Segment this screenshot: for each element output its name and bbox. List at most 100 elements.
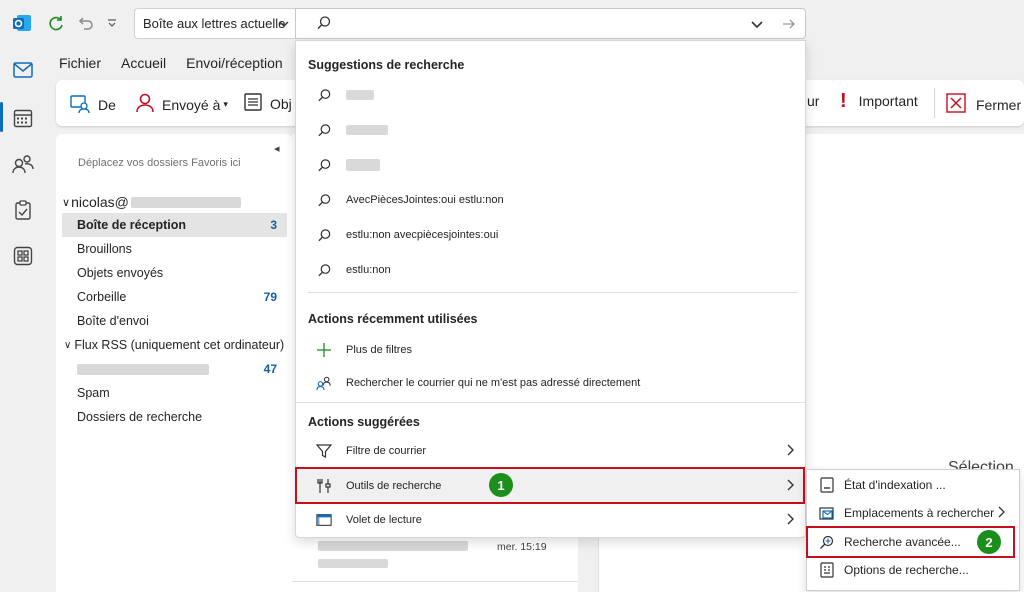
suggestion-label: estlu:non avecpiècesjointes:oui	[346, 229, 499, 241]
submenu-label: Options de recherche...	[844, 563, 969, 577]
section-divider	[296, 402, 805, 403]
folder-label: Boîte d'envoi	[77, 314, 149, 328]
action-label: Filtre de courrier	[346, 445, 427, 457]
chevron-down-icon	[278, 18, 290, 33]
suggestion-item[interactable]: estlu:non	[296, 253, 805, 287]
calendar-icon[interactable]	[11, 106, 35, 130]
folder-outbox[interactable]: Boîte d'envoi	[62, 309, 287, 333]
indexing-status-icon	[819, 477, 835, 493]
filter-icon	[316, 443, 332, 459]
suggested-action-mail-filter[interactable]: Filtre de courrier	[296, 434, 805, 468]
apps-icon[interactable]	[11, 244, 35, 268]
unread-count: 47	[263, 362, 277, 376]
folder-label: Corbeille	[77, 290, 127, 304]
submenu-label: Emplacements à rechercher	[844, 506, 995, 520]
quick-access-dropdown-icon[interactable]	[101, 12, 123, 34]
folder-search-folders[interactable]: Dossiers de recherche	[62, 405, 287, 429]
unread-filter-button[interactable]: ur	[807, 93, 819, 109]
search-input[interactable]	[295, 8, 806, 39]
close-search-button[interactable]: Fermer l	[946, 93, 1024, 116]
folder-sent[interactable]: Objets envoyés	[62, 261, 287, 285]
submenu-search-options[interactable]: Options de recherche...	[807, 556, 1019, 584]
unread-label-partial: ur	[807, 93, 820, 109]
ribbon-divider	[934, 88, 935, 118]
redacted-suggestion	[346, 90, 374, 100]
mailbox-scope-label: Boîte aux lettres actuelle	[143, 16, 286, 31]
recent-actions-header: Actions récemment utilisées	[308, 312, 478, 326]
close-search-icon	[946, 93, 966, 116]
redacted-subject	[318, 559, 388, 568]
redacted-sender[interactable]	[318, 541, 468, 551]
recent-action-item[interactable]: Plus de filtres	[296, 333, 805, 367]
people-icon[interactable]	[11, 152, 35, 176]
action-label: Plus de filtres	[346, 344, 413, 356]
submenu-indexing-status[interactable]: État d'indexation ...	[807, 471, 1019, 499]
mailbox-scope-select[interactable]: Boîte aux lettres actuelle	[134, 8, 296, 39]
submenu-label: État d'indexation ...	[844, 478, 946, 492]
chevron-down-icon: ▾	[223, 99, 228, 109]
menu-home[interactable]: Accueil	[121, 55, 166, 71]
suggested-action-reading-pane[interactable]: Volet de lecture	[296, 503, 805, 537]
search-icon	[316, 15, 332, 34]
active-rail-indicator	[0, 102, 3, 132]
search-suggestions-dropdown: Suggestions de recherche AvecPiècesJoint…	[295, 40, 806, 538]
folder-spam[interactable]: Spam	[62, 381, 287, 405]
mail-icon[interactable]	[11, 58, 35, 82]
folder-inbox[interactable]: Boîte de réception 3	[62, 213, 287, 237]
from-filter-button[interactable]: De	[70, 93, 116, 116]
submenu-search-locations[interactable]: Emplacements à rechercher	[807, 499, 1019, 527]
chevron-down-icon: ∨	[62, 196, 71, 209]
search-icon	[316, 227, 332, 243]
redacted-email	[130, 196, 241, 208]
folder-rss-feed[interactable]: 47	[62, 357, 287, 381]
redacted-folder-name	[77, 363, 209, 375]
suggestion-item[interactable]: estlu:non avecpiècesjointes:oui	[296, 218, 805, 252]
collapse-pane-icon[interactable]: ◂	[274, 142, 280, 155]
plus-icon	[316, 342, 332, 358]
from-icon	[70, 93, 90, 116]
important-filter-button[interactable]: ! Important	[840, 90, 918, 112]
suggestion-item[interactable]	[296, 113, 805, 147]
account-node[interactable]: ∨ nicolas@	[62, 194, 241, 210]
folder-trash[interactable]: Corbeille 79	[62, 285, 287, 309]
sync-icon[interactable]	[45, 12, 67, 34]
menu-bar: Fichier Accueil Envoi/réception	[46, 46, 290, 80]
folder-drafts[interactable]: Brouillons	[62, 237, 287, 261]
suggestion-item[interactable]	[296, 148, 805, 182]
section-divider	[308, 292, 798, 293]
undo-icon[interactable]	[74, 12, 96, 34]
search-options-icon	[819, 562, 835, 578]
recent-action-item[interactable]: Rechercher le courrier qui ne m'est pas …	[296, 366, 805, 400]
sent-to-filter-button[interactable]: Envoyé à ▾	[136, 93, 228, 116]
search-icon	[316, 192, 332, 208]
folder-rss[interactable]: ∨ Flux RSS (uniquement cet ordinateur)	[62, 333, 287, 357]
folder-label: Brouillons	[77, 242, 132, 256]
suggestion-item[interactable]	[296, 78, 805, 112]
search-go-arrow-icon[interactable]	[782, 17, 796, 34]
menu-file[interactable]: Fichier	[59, 55, 101, 71]
folder-label: Dossiers de recherche	[77, 410, 203, 424]
menu-send-receive[interactable]: Envoi/réception	[186, 55, 283, 71]
action-label: Volet de lecture	[346, 514, 422, 526]
step-badge-1: 1	[489, 473, 513, 497]
reading-pane-icon	[316, 512, 332, 528]
subject-label-partial: Obj	[270, 95, 292, 112]
search-icon	[316, 87, 332, 103]
account-name: nicolas@	[71, 194, 129, 210]
important-label: Important	[858, 93, 918, 109]
folder-pane: ◂ Déplacez vos dossiers Favoris ici ∨ ni…	[56, 134, 292, 592]
folder-label: Objets envoyés	[77, 266, 164, 280]
exclamation-icon: !	[840, 90, 847, 112]
suggestion-item[interactable]: AvecPiècesJointes:oui estlu:non	[296, 183, 805, 217]
suggestion-label: estlu:non	[346, 264, 391, 276]
chevron-right-icon	[995, 506, 1007, 521]
mailbox-locations-icon	[819, 505, 835, 521]
subject-filter-button[interactable]: Obj	[244, 93, 292, 114]
unread-count: 79	[263, 290, 277, 304]
search-options-chevron-icon[interactable]	[750, 17, 764, 34]
tasks-icon[interactable]	[11, 198, 35, 222]
search-icon	[316, 262, 332, 278]
redacted-suggestion	[346, 125, 388, 135]
suggestion-label: AvecPiècesJointes:oui estlu:non	[346, 194, 504, 206]
action-label: Rechercher le courrier qui ne m'est pas …	[346, 377, 641, 389]
